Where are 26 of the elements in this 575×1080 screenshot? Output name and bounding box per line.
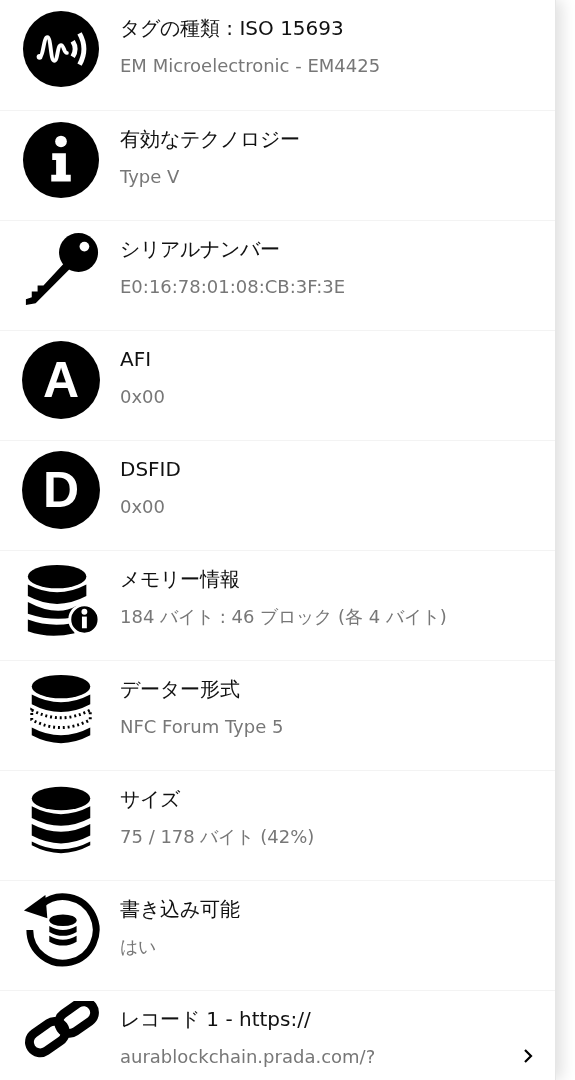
item-title: 有効なテクノロジー bbox=[120, 127, 300, 151]
item-value: 75 / 178 バイト (42%) bbox=[120, 825, 315, 849]
item-title: DSFID bbox=[120, 457, 181, 481]
item-title: シリアルナンバー bbox=[120, 237, 280, 261]
letter-icon: D bbox=[22, 451, 100, 529]
info-icon bbox=[22, 121, 100, 199]
item-title: 書き込み可能 bbox=[120, 897, 240, 921]
item-value: Type V bbox=[120, 165, 180, 189]
item-value: EM Microelectronic - EM4425 bbox=[120, 54, 381, 78]
item-value: E0:16:78:01:08:CB:3F:3E bbox=[120, 275, 346, 299]
item-value: 0x00 bbox=[120, 495, 165, 519]
item-value: NFC Forum Type 5 bbox=[120, 715, 284, 739]
item-value: aurablockchain.prada.com/? bbox=[120, 1045, 376, 1069]
item-title: データー形式 bbox=[120, 677, 240, 701]
item-title: レコード 1 - https:// bbox=[120, 1007, 311, 1031]
item-title: メモリー情報 bbox=[120, 567, 240, 591]
letter-icon: A bbox=[22, 341, 100, 419]
database-refresh-icon bbox=[22, 891, 100, 969]
item-title: サイズ bbox=[120, 787, 180, 811]
item-value: 184 バイト : 46 ブロック (各 4 バイト) bbox=[120, 605, 447, 629]
item-value: はい bbox=[120, 935, 156, 959]
nfc-icon bbox=[22, 10, 100, 88]
item-title: AFI bbox=[120, 347, 152, 371]
item-value: 0x00 bbox=[120, 385, 165, 409]
item-title: タグの種類 : ISO 15693 bbox=[120, 16, 344, 40]
chevron-right-icon[interactable] bbox=[523, 1049, 533, 1063]
